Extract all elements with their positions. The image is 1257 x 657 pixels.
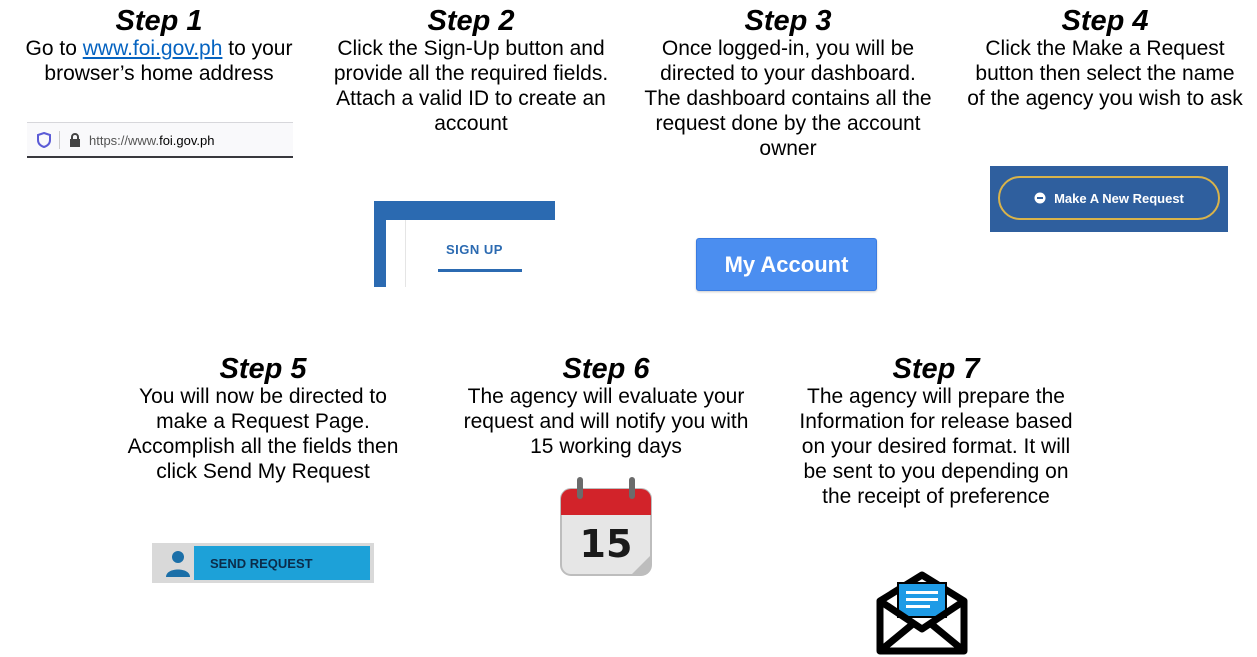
step-4: Step 4 Click the Make a Request button t… — [960, 6, 1250, 111]
user-icon — [166, 551, 190, 577]
step-description: The agency will prepare the Information … — [799, 385, 1073, 508]
step-title: Step 3 — [744, 5, 832, 37]
envelope-icon — [876, 571, 968, 655]
signup-tab-image: SIGN UP — [374, 201, 555, 287]
step-3: Step 3 Once logged-in, you will be direc… — [640, 6, 936, 161]
step-description: Click the Sign-Up button and provide all… — [333, 37, 609, 135]
send-request-image: SEND REQUEST — [152, 543, 374, 583]
my-account-button[interactable]: My Account — [696, 238, 877, 291]
lock-icon — [70, 133, 80, 147]
step-description: Once logged-in, you will be directed to … — [644, 37, 932, 160]
shield-icon — [37, 132, 51, 148]
step-title: Step 2 — [427, 5, 515, 37]
step-title: Step 5 — [219, 353, 307, 385]
step-title: Step 4 — [1061, 5, 1149, 37]
make-new-request-button[interactable]: Make A New Request — [998, 176, 1220, 220]
calendar-icon: 15 — [560, 477, 652, 576]
step-6: Step 6 The agency will evaluate your req… — [446, 354, 766, 459]
step-title: Step 6 — [562, 353, 650, 385]
url-text[interactable]: https://www.foi.gov.ph — [89, 133, 215, 148]
step-title: Step 7 — [892, 353, 980, 385]
make-request-image: Make A New Request — [990, 166, 1228, 232]
step-1: Step 1 Go to www.foi.gov.ph to your brow… — [18, 6, 300, 86]
step-2: Step 2 Click the Sign-Up button and prov… — [320, 6, 622, 136]
step-description: You will now be directed to make a Reque… — [127, 385, 399, 483]
signup-button[interactable]: SIGN UP — [446, 242, 503, 257]
step-description: Go to www.foi.gov.ph to your browser’s h… — [25, 37, 293, 85]
step-7: Step 7 The agency will prepare the Infor… — [786, 354, 1086, 509]
chat-bubble-icon — [1034, 192, 1046, 204]
step-description: Click the Make a Request button then sel… — [967, 37, 1243, 110]
foi-link[interactable]: www.foi.gov.ph — [83, 37, 223, 60]
step-title: Step 1 — [115, 5, 203, 37]
send-request-button[interactable]: SEND REQUEST — [194, 546, 370, 580]
browser-url-bar: https://www.foi.gov.ph — [27, 122, 293, 158]
step-description: The agency will evaluate your request an… — [463, 385, 749, 458]
step-5: Step 5 You will now be directed to make … — [108, 354, 418, 484]
calendar-day: 15 — [580, 522, 633, 566]
